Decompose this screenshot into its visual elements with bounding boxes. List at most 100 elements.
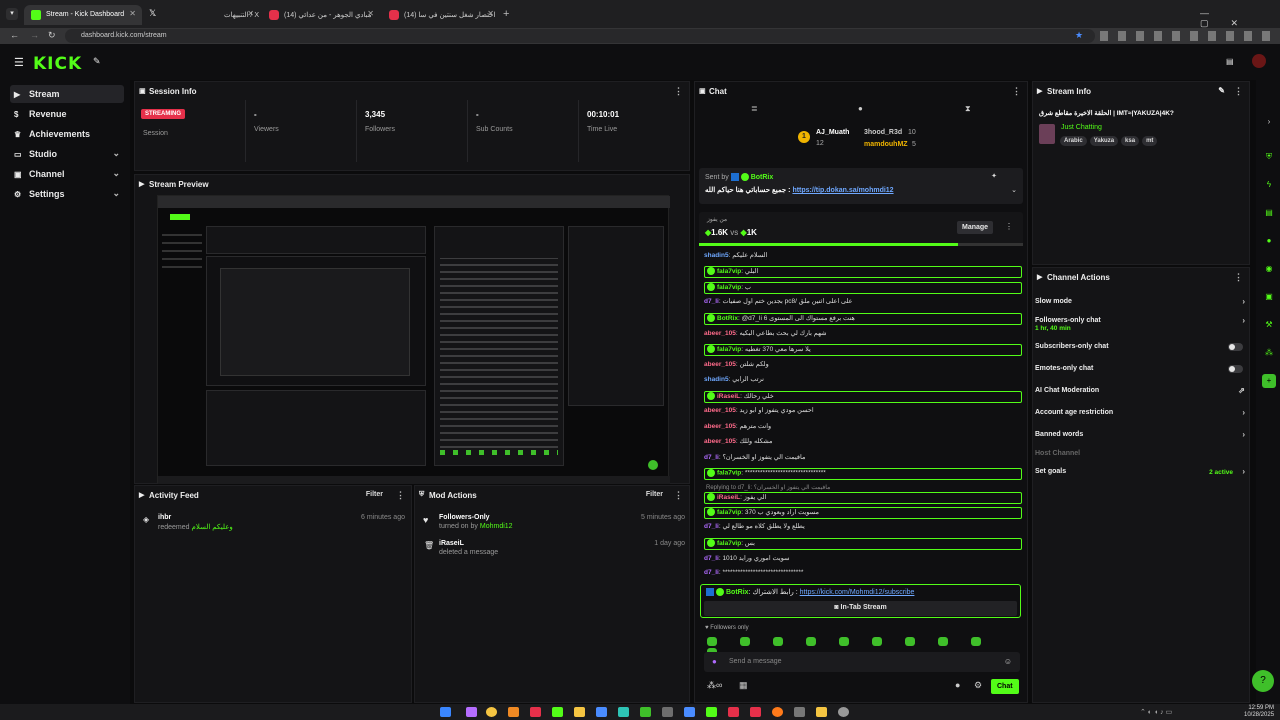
chat-user[interactable]: abeer_105 (704, 361, 736, 368)
more-icon[interactable]: ⋮ (1012, 86, 1021, 97)
toggle-switch[interactable] (1228, 365, 1243, 373)
toggle-switch[interactable] (1228, 343, 1243, 351)
chat-user[interactable]: abeer_105 (704, 423, 736, 430)
settings-gear-icon[interactable]: ⚙ (974, 680, 982, 691)
filter-button[interactable]: Filter (366, 491, 383, 498)
browser-tab-x[interactable]: 𝕏 التنبيهات / X ✕ (142, 5, 260, 25)
forward-icon[interactable]: → (30, 30, 39, 40)
close-icon[interactable]: ✕ (129, 9, 136, 18)
chat-input[interactable]: ● Send a message ☺ (704, 652, 1020, 672)
channel-action-item[interactable]: Account age restriction › (1035, 408, 1245, 417)
send-chat-button[interactable]: Chat (991, 679, 1019, 694)
sidebar-item-settings[interactable]: ⚙ Settings ⌄ (10, 185, 124, 203)
close-icon[interactable]: ✕ (247, 9, 254, 18)
category-link[interactable]: Just Chatting (1061, 124, 1102, 131)
gift-icon[interactable]: ▦ (739, 680, 748, 691)
system-tray[interactable]: ⌃ ◐ ◖ ♪ ▭ (1140, 708, 1172, 716)
rail-drops-icon[interactable]: ⁂ (1262, 346, 1276, 360)
sidebar-item-revenue[interactable]: $ Revenue (10, 105, 124, 123)
window-controls[interactable]: —▢✕ (1200, 8, 1280, 29)
taskbar-app-icon[interactable] (750, 707, 761, 717)
chat-user[interactable]: d7_li (704, 298, 719, 305)
emoji-icon[interactable]: ☺ (1004, 657, 1012, 666)
taskbar-app-icon[interactable] (816, 707, 827, 717)
sidebar-item-stream[interactable]: ▶ Stream (10, 85, 124, 103)
pin-icon[interactable]: ✎ (93, 56, 101, 67)
channel-action-item[interactable]: AI Chat Moderation ⇗ (1035, 386, 1245, 395)
menu-icon[interactable]: ☰ (14, 56, 24, 69)
chat-bubble-icon[interactable]: ● (955, 680, 960, 690)
chat-user[interactable]: d7_li (704, 454, 719, 461)
pinned-message[interactable]: Sent by BotRix ✦ ⌄ جميع حساباتي هنا حياك… (699, 168, 1023, 204)
rail-wrench-icon[interactable]: ⚒ (1262, 318, 1276, 332)
chat-user[interactable]: d7_li (704, 569, 719, 576)
rail-cast-icon[interactable]: ◉ (1262, 262, 1276, 276)
rail-add-icon[interactable]: + (1262, 374, 1276, 388)
tag-pill[interactable]: mt (1142, 136, 1158, 146)
rail-shield-icon[interactable]: ⛨ (1262, 150, 1276, 164)
chat-user[interactable]: d7_li (704, 555, 719, 562)
sidebar-item-studio[interactable]: ▭ Studio ⌄ (10, 145, 124, 163)
url-field[interactable]: dashboard.kick.com/stream (65, 29, 1095, 43)
taskbar-app-icon[interactable] (706, 707, 717, 717)
filter-button[interactable]: Filter (646, 491, 663, 498)
channel-action-item[interactable]: Emotes-only chat (1035, 365, 1245, 373)
more-icon[interactable]: ⋮ (674, 490, 683, 501)
chevron-down-icon[interactable]: ⌄ (1011, 186, 1017, 194)
speech-icon[interactable]: ● (858, 104, 863, 113)
taskbar-app-icon[interactable] (640, 707, 651, 717)
taskbar-app-icon[interactable] (596, 707, 607, 717)
rail-doc-icon[interactable]: ▤ (1262, 206, 1276, 220)
browser-tab-youtube-2[interactable]: (14) اختصار شغل سنتين في سا ✕ (382, 5, 500, 25)
taskbar-app-icon[interactable] (466, 707, 477, 717)
new-tab-button[interactable]: + (503, 8, 509, 20)
taskbar-app-icon[interactable] (574, 707, 585, 717)
chat-user[interactable]: BotRix (717, 315, 738, 322)
channel-action-item[interactable]: Slow mode › (1035, 297, 1245, 306)
channel-action-item[interactable]: Followers-only chat 1 hr, 40 min › (1035, 316, 1245, 332)
taskbar-app-icon[interactable] (486, 707, 497, 717)
stream-video[interactable] (157, 195, 670, 484)
bookmark-star-icon[interactable]: ★ (1075, 30, 1083, 41)
rail-bolt-icon[interactable]: ϟ (1262, 178, 1276, 192)
chat-user[interactable]: iRaseiL (717, 393, 740, 400)
tag-pill[interactable]: Yakuza (1089, 136, 1119, 146)
emote-bar[interactable] (707, 637, 1027, 657)
chat-user[interactable]: fala7vip (717, 268, 741, 275)
rail-chat-icon[interactable]: ● (1262, 234, 1276, 248)
back-icon[interactable]: ← (10, 30, 19, 40)
browser-tab-youtube-1[interactable]: (14) مبادي الجوهر - من عدائي ✕ (262, 5, 380, 25)
pushpin-icon[interactable]: ✦ (991, 172, 997, 180)
chat-user[interactable]: d7_li (704, 523, 719, 530)
channel-action-item[interactable]: Set goals 2 active › (1035, 467, 1245, 476)
help-bubble-icon[interactable]: ? (1252, 670, 1274, 692)
chat-user[interactable]: abeer_105 (704, 438, 736, 445)
more-icon[interactable]: ⋮ (674, 86, 683, 97)
mic-icon[interactable]: ● (712, 657, 717, 666)
taskbar-app-icon[interactable] (530, 707, 541, 717)
chat-user[interactable]: shadin5 (704, 376, 729, 383)
list-icon[interactable]: ≣ (751, 104, 758, 113)
chat-user[interactable]: fala7vip (717, 284, 741, 291)
chat-user[interactable]: abeer_105 (704, 407, 736, 414)
chat-user[interactable]: fala7vip (717, 346, 741, 353)
more-icon[interactable]: ⋮ (1234, 272, 1243, 283)
channel-action-item[interactable]: Banned words › (1035, 430, 1245, 439)
extensions-area[interactable] (1100, 31, 1270, 41)
kick-logo[interactable]: KICK (33, 54, 82, 74)
more-icon[interactable]: ⋮ (1234, 86, 1243, 97)
taskbar-app-icon[interactable] (684, 707, 695, 717)
chat-user[interactable]: fala7vip (717, 509, 741, 516)
in-tab-stream-button[interactable]: ◙ In-Tab Stream (704, 601, 1017, 616)
reload-icon[interactable]: ↻ (48, 30, 56, 41)
taskbar-app-icon[interactable] (772, 707, 783, 717)
taskbar-app-icon[interactable] (618, 707, 629, 717)
close-icon[interactable]: ✕ (367, 9, 374, 18)
taskbar-app-icon[interactable] (794, 707, 805, 717)
chat-settings-icons[interactable]: ⁂∞ (707, 680, 722, 691)
sidebar-item-channel[interactable]: ▣ Channel ⌄ (10, 165, 124, 183)
pinned-link[interactable]: https://tip.dokan.sa/mohmdi12 (792, 187, 893, 194)
chat-toggle-icon[interactable]: ▤ (1226, 57, 1234, 66)
subscribe-link[interactable]: https://kick.com/Mohmdi12/subscribe (800, 589, 915, 596)
taskbar-app-icon[interactable] (552, 707, 563, 717)
